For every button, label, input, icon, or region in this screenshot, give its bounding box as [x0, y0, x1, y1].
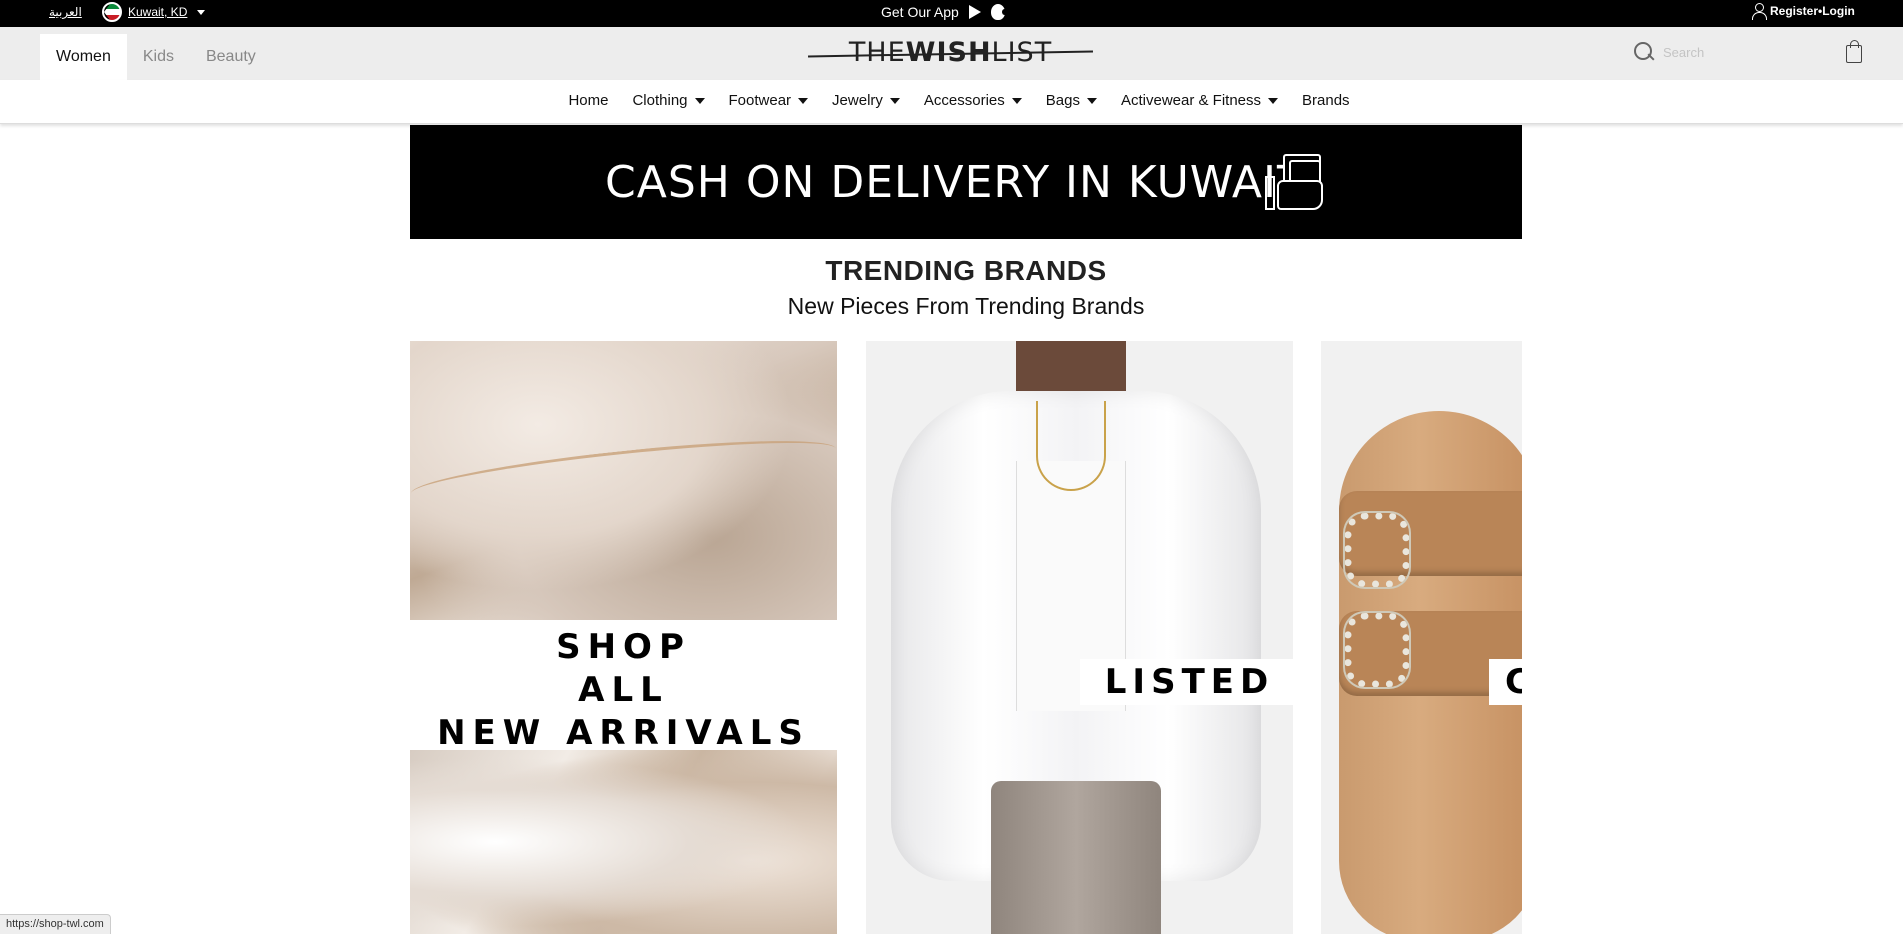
- cash-hand-icon: [1265, 152, 1327, 212]
- user-icon: [1752, 3, 1767, 20]
- marble-image-bottom: [410, 750, 837, 934]
- register-login-link[interactable]: Register•Login: [1752, 3, 1855, 20]
- cash-on-delivery-banner[interactable]: CASH ON DELIVERY IN KUWAIT: [410, 125, 1522, 239]
- nav-item-home[interactable]: Home: [556, 80, 620, 122]
- shop-new-arrivals-card[interactable]: SHOP ALL NEW ARRIVALS: [410, 341, 837, 934]
- main-header: Women Kids Beauty THEWISHLIST: [0, 27, 1903, 80]
- arabic-language-link[interactable]: العربية: [49, 5, 82, 19]
- crystal-buckle: [1345, 513, 1409, 587]
- country-label: Kuwait, KD: [128, 5, 188, 19]
- nav-item-accessories[interactable]: Accessories: [912, 80, 1034, 122]
- apple-icon[interactable]: [990, 4, 1007, 20]
- chevron-down-icon: [1011, 98, 1022, 104]
- chevron-down-icon: [694, 98, 705, 104]
- top-utility-bar: العربية Kuwait, KD Get Our App Register•…: [0, 0, 1903, 27]
- country-selector[interactable]: Kuwait, KD: [102, 2, 206, 22]
- section-title: TRENDING BRANDS: [825, 255, 1107, 286]
- tab-women[interactable]: Women: [40, 34, 127, 80]
- nav-item-bags[interactable]: Bags: [1034, 80, 1109, 122]
- site-logo[interactable]: THEWISHLIST: [808, 35, 1093, 71]
- brand-label: C: [1489, 659, 1522, 705]
- chevron-down-icon: [197, 9, 206, 15]
- banner-text: CASH ON DELIVERY IN KUWAIT: [605, 157, 1305, 208]
- status-bar-url: https://shop-twl.com: [0, 914, 111, 934]
- brand-card-sandal[interactable]: C: [1321, 341, 1522, 934]
- chevron-down-icon: [1268, 98, 1279, 104]
- model-white-jacket-image: [866, 341, 1293, 934]
- shop-new-arrivals-text: SHOP ALL NEW ARRIVALS: [437, 627, 810, 753]
- chevron-down-icon: [1086, 98, 1097, 104]
- marble-image-top: [410, 341, 837, 620]
- tab-beauty[interactable]: Beauty: [190, 34, 272, 80]
- nav-item-brands[interactable]: Brands: [1290, 80, 1362, 122]
- chevron-down-icon: [889, 98, 900, 104]
- logo-text: THEWISHLIST: [848, 37, 1053, 68]
- nav-item-activewear[interactable]: Activewear & Fitness: [1109, 80, 1290, 122]
- chevron-down-icon: [798, 98, 809, 104]
- brand-card-listed[interactable]: LISTED: [866, 341, 1293, 934]
- search-icon[interactable]: [1633, 41, 1655, 63]
- search-box: [1633, 41, 1813, 63]
- tab-kids[interactable]: Kids: [127, 34, 190, 80]
- get-app-label: Get Our App: [881, 4, 959, 20]
- shopping-bag-icon[interactable]: [1846, 40, 1862, 63]
- nav-item-clothing[interactable]: Clothing: [620, 80, 716, 122]
- kuwait-flag-icon: [102, 2, 122, 22]
- crystal-buckle: [1345, 613, 1409, 687]
- category-nav: Home Clothing Footwear Jewelry Accessori…: [0, 80, 1903, 124]
- get-app-promo[interactable]: Get Our App: [881, 4, 1007, 20]
- nav-item-footwear[interactable]: Footwear: [717, 80, 821, 122]
- brand-label: LISTED: [1080, 659, 1293, 705]
- department-tabs: Women Kids Beauty: [40, 34, 272, 80]
- section-subtitle: New Pieces From Trending Brands: [787, 293, 1145, 319]
- search-input[interactable]: [1663, 44, 1813, 60]
- google-play-icon[interactable]: [968, 5, 981, 19]
- nav-item-jewelry[interactable]: Jewelry: [820, 80, 912, 122]
- register-login-label: Register•Login: [1770, 4, 1855, 18]
